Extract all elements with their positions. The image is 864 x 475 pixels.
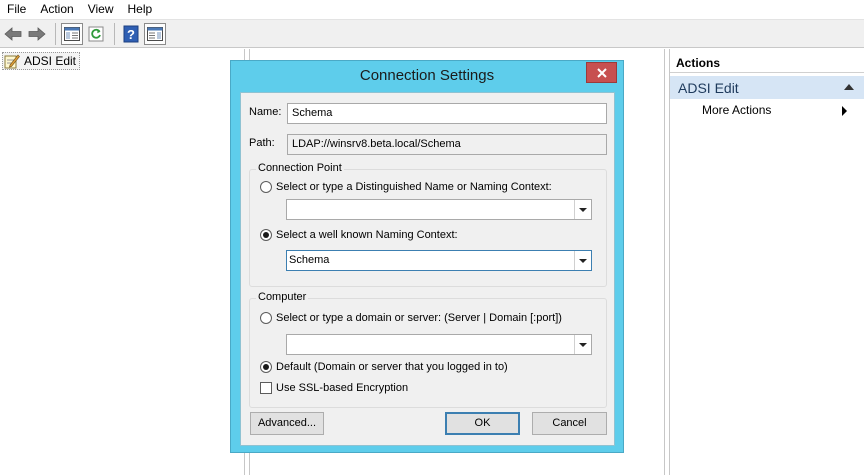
cancel-button[interactable]: Cancel — [532, 412, 607, 435]
actions-pane: Actions ADSI Edit More Actions — [669, 49, 864, 475]
radio-label: Select or type a domain or server: (Serv… — [276, 312, 562, 324]
radio-label: Default (Domain or server that you logge… — [276, 361, 508, 373]
path-field: LDAP://winsrv8.beta.local/Schema — [287, 134, 607, 155]
chevron-down-icon[interactable] — [574, 200, 591, 219]
action-pane-icon — [147, 26, 163, 41]
help-button[interactable]: ? — [120, 23, 142, 45]
radio-default-domain[interactable]: Default (Domain or server that you logge… — [260, 361, 508, 373]
menu-action[interactable]: Action — [33, 0, 80, 19]
tree-item-adsi-edit[interactable]: ADSI Edit — [2, 52, 81, 70]
radio-label: Select or type a Distinguished Name or N… — [276, 181, 552, 193]
radio-domain-server[interactable]: Select or type a domain or server: (Serv… — [260, 312, 562, 324]
forward-arrow-icon — [28, 26, 46, 41]
radio-label: Select a well known Naming Context: — [276, 229, 458, 241]
toolbar-separator — [114, 22, 115, 45]
actions-pane-title: Actions — [670, 53, 864, 73]
help-icon: ? — [123, 25, 139, 42]
show-hide-console-tree-button[interactable] — [61, 22, 83, 45]
path-label: Path: — [249, 137, 275, 149]
back-button[interactable] — [2, 23, 24, 45]
chevron-down-icon[interactable] — [574, 335, 591, 354]
advanced-button[interactable]: Advanced... — [250, 412, 324, 435]
ok-button[interactable]: OK — [445, 412, 520, 435]
dialog-body: Name: Schema Path: LDAP://winsrv8.beta.l… — [240, 92, 615, 446]
naming-context-combo[interactable]: Schema — [286, 250, 592, 271]
toolbar: ? — [0, 19, 864, 48]
dialog-title: Connection Settings — [359, 67, 495, 84]
close-icon — [596, 67, 607, 78]
refresh-button[interactable] — [85, 23, 107, 45]
domain-server-combo[interactable] — [286, 334, 592, 355]
tree-item-label: ADSI Edit — [24, 54, 77, 68]
refresh-icon — [88, 26, 104, 41]
submenu-arrow-icon — [842, 106, 847, 116]
collapse-icon[interactable] — [844, 84, 854, 90]
menu-view[interactable]: View — [81, 0, 121, 19]
adsi-edit-icon — [4, 54, 20, 69]
more-actions-item[interactable]: More Actions — [702, 103, 771, 117]
radio-button[interactable] — [260, 312, 272, 324]
distinguished-name-combo[interactable] — [286, 199, 592, 220]
back-arrow-icon — [4, 26, 22, 41]
radio-button-selected[interactable] — [260, 361, 272, 373]
menu-help[interactable]: Help — [121, 0, 160, 19]
checkbox-box[interactable] — [260, 382, 272, 394]
radio-distinguished-name[interactable]: Select or type a Distinguished Name or N… — [260, 181, 552, 193]
actions-section-label: ADSI Edit — [678, 79, 739, 96]
radio-button-selected[interactable] — [260, 229, 272, 241]
radio-well-known-context[interactable]: Select a well known Naming Context: — [260, 229, 458, 241]
menu-bar: File Action View Help — [0, 0, 864, 19]
checkbox-label: Use SSL-based Encryption — [276, 382, 409, 394]
menu-file[interactable]: File — [0, 0, 33, 19]
svg-text:?: ? — [127, 27, 135, 42]
close-button[interactable] — [586, 62, 617, 83]
actions-section-header[interactable]: ADSI Edit — [670, 76, 864, 99]
show-hide-action-pane-button[interactable] — [144, 22, 166, 45]
console-tree-icon — [64, 26, 80, 41]
ssl-checkbox[interactable]: Use SSL-based Encryption — [260, 382, 408, 394]
console-tree-pane: ADSI Edit — [0, 49, 245, 475]
computer-title: Computer — [256, 291, 309, 303]
connection-settings-dialog: Connection Settings Name: Schema Path: L… — [230, 60, 624, 453]
radio-button[interactable] — [260, 181, 272, 193]
combo-value: Schema — [289, 254, 330, 266]
name-label: Name: — [249, 106, 282, 118]
connection-point-title: Connection Point — [256, 162, 344, 174]
name-input[interactable]: Schema — [287, 103, 607, 124]
toolbar-separator — [55, 22, 56, 45]
chevron-down-icon[interactable] — [574, 251, 591, 270]
forward-button[interactable] — [26, 23, 48, 45]
